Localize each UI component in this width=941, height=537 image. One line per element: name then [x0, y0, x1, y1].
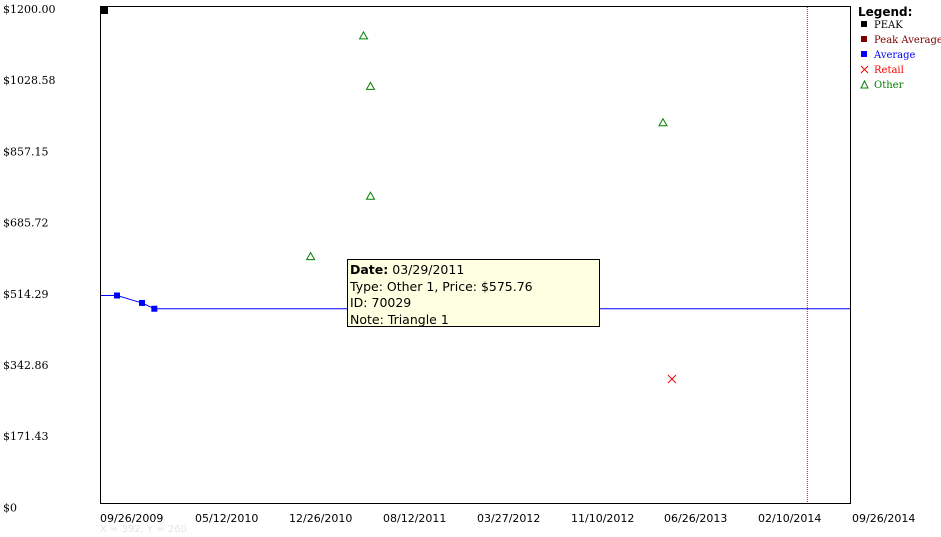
legend-entry: Average	[873, 50, 916, 61]
tooltip-id: ID: 70029	[350, 295, 412, 310]
x-tick-label: 05/12/2010	[195, 512, 258, 525]
average-point	[113, 292, 120, 299]
tooltip-type-price: Type: Other 1, Price: $575.76	[350, 278, 533, 294]
legend-entry: Retail	[874, 65, 904, 76]
y-tick-label: $0	[3, 501, 17, 514]
y-tick-label: $514.29	[3, 288, 49, 301]
tooltip-date-value: 03/29/2011	[392, 262, 465, 277]
average-point	[151, 305, 158, 312]
tooltip-date-label: Date:	[350, 262, 389, 277]
y-tick-label: $171.43	[3, 430, 49, 443]
y-tick-label: $857.15	[3, 145, 49, 158]
y-tick-label: $685.72	[3, 217, 49, 230]
x-tick-label: 02/10/2014	[758, 512, 821, 525]
y-tick-label: $342.86	[3, 359, 49, 372]
legend-swatch	[861, 21, 867, 27]
cursor-readout: X = 392, Y = 260	[100, 524, 187, 535]
legend-entry: Peak Average	[874, 35, 941, 46]
legend-swatch	[861, 36, 867, 42]
plot-area	[100, 6, 851, 504]
legend-swatch	[860, 79, 869, 89]
legend-title: Legend:	[858, 5, 912, 19]
x-tick-label: 12/26/2010	[289, 512, 352, 525]
legend-entry: PEAK	[874, 20, 903, 31]
legend-swatch	[861, 51, 867, 57]
peak-point	[101, 7, 108, 14]
tooltip-note: Note: Triangle 1	[350, 311, 449, 327]
y-tick-label: $1200.00	[3, 3, 56, 16]
legend-entry: Other	[874, 80, 904, 91]
x-tick-label: 03/27/2012	[477, 512, 540, 525]
y-tick-label: $1028.58	[3, 74, 56, 87]
average-point	[139, 299, 146, 306]
x-tick-label: 06/26/2013	[664, 512, 727, 525]
x-tick-label: 09/26/2014	[852, 512, 915, 525]
x-tick-label: 11/10/2012	[571, 512, 634, 525]
data-point-tooltip: Date: 03/29/2011 Type: Other 1, Price: $…	[347, 259, 600, 327]
x-tick-label: 08/12/2011	[383, 512, 446, 525]
